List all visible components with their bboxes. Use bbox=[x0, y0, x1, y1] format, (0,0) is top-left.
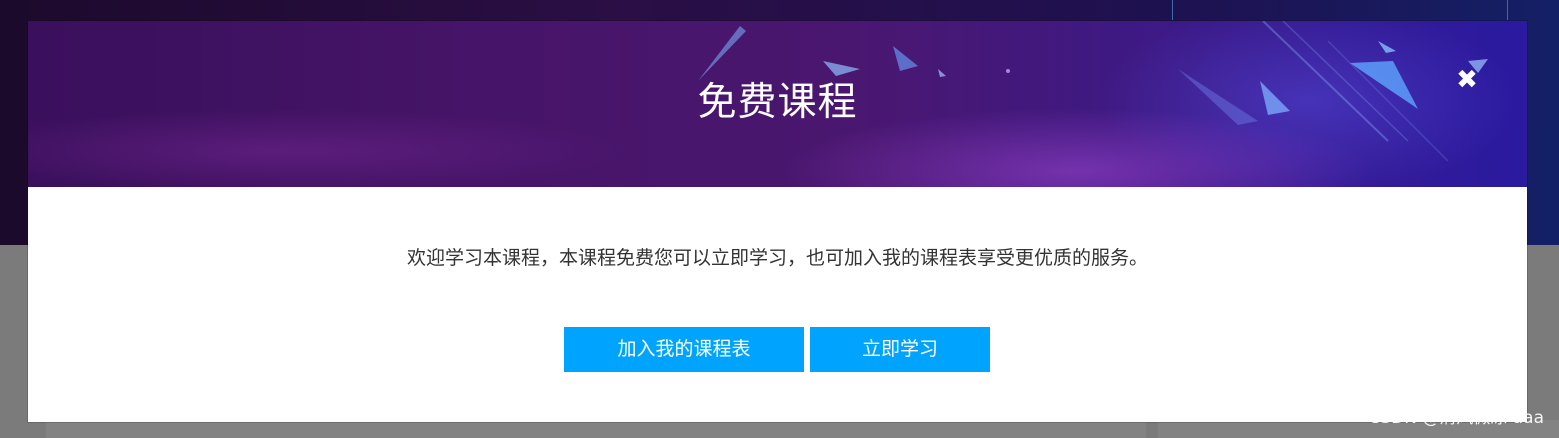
dialog-title: 免费课程 bbox=[697, 80, 858, 125]
learn-now-button[interactable]: 立即学习 bbox=[810, 327, 990, 372]
close-icon[interactable]: ✖ bbox=[1452, 65, 1482, 95]
background-accent-frame bbox=[1172, 0, 1508, 20]
free-course-dialog: 免费课程 ✖ 欢迎学习本课程，本课程免费您可以立即学习，也可加入我的课程表享受更… bbox=[28, 21, 1527, 422]
add-to-schedule-button[interactable]: 加入我的课程表 bbox=[564, 327, 804, 372]
watermark: CSDN @清风微凉 aaa bbox=[1368, 408, 1544, 428]
background-content-card bbox=[46, 420, 1146, 438]
dialog-header: 免费课程 ✖ bbox=[28, 21, 1527, 187]
dialog-message: 欢迎学习本课程，本课程免费您可以立即学习，也可加入我的课程表享受更优质的服务。 bbox=[406, 247, 1148, 269]
page: 免费课程 ✖ 欢迎学习本课程，本课程免费您可以立即学习，也可加入我的课程表享受更… bbox=[0, 0, 1559, 438]
